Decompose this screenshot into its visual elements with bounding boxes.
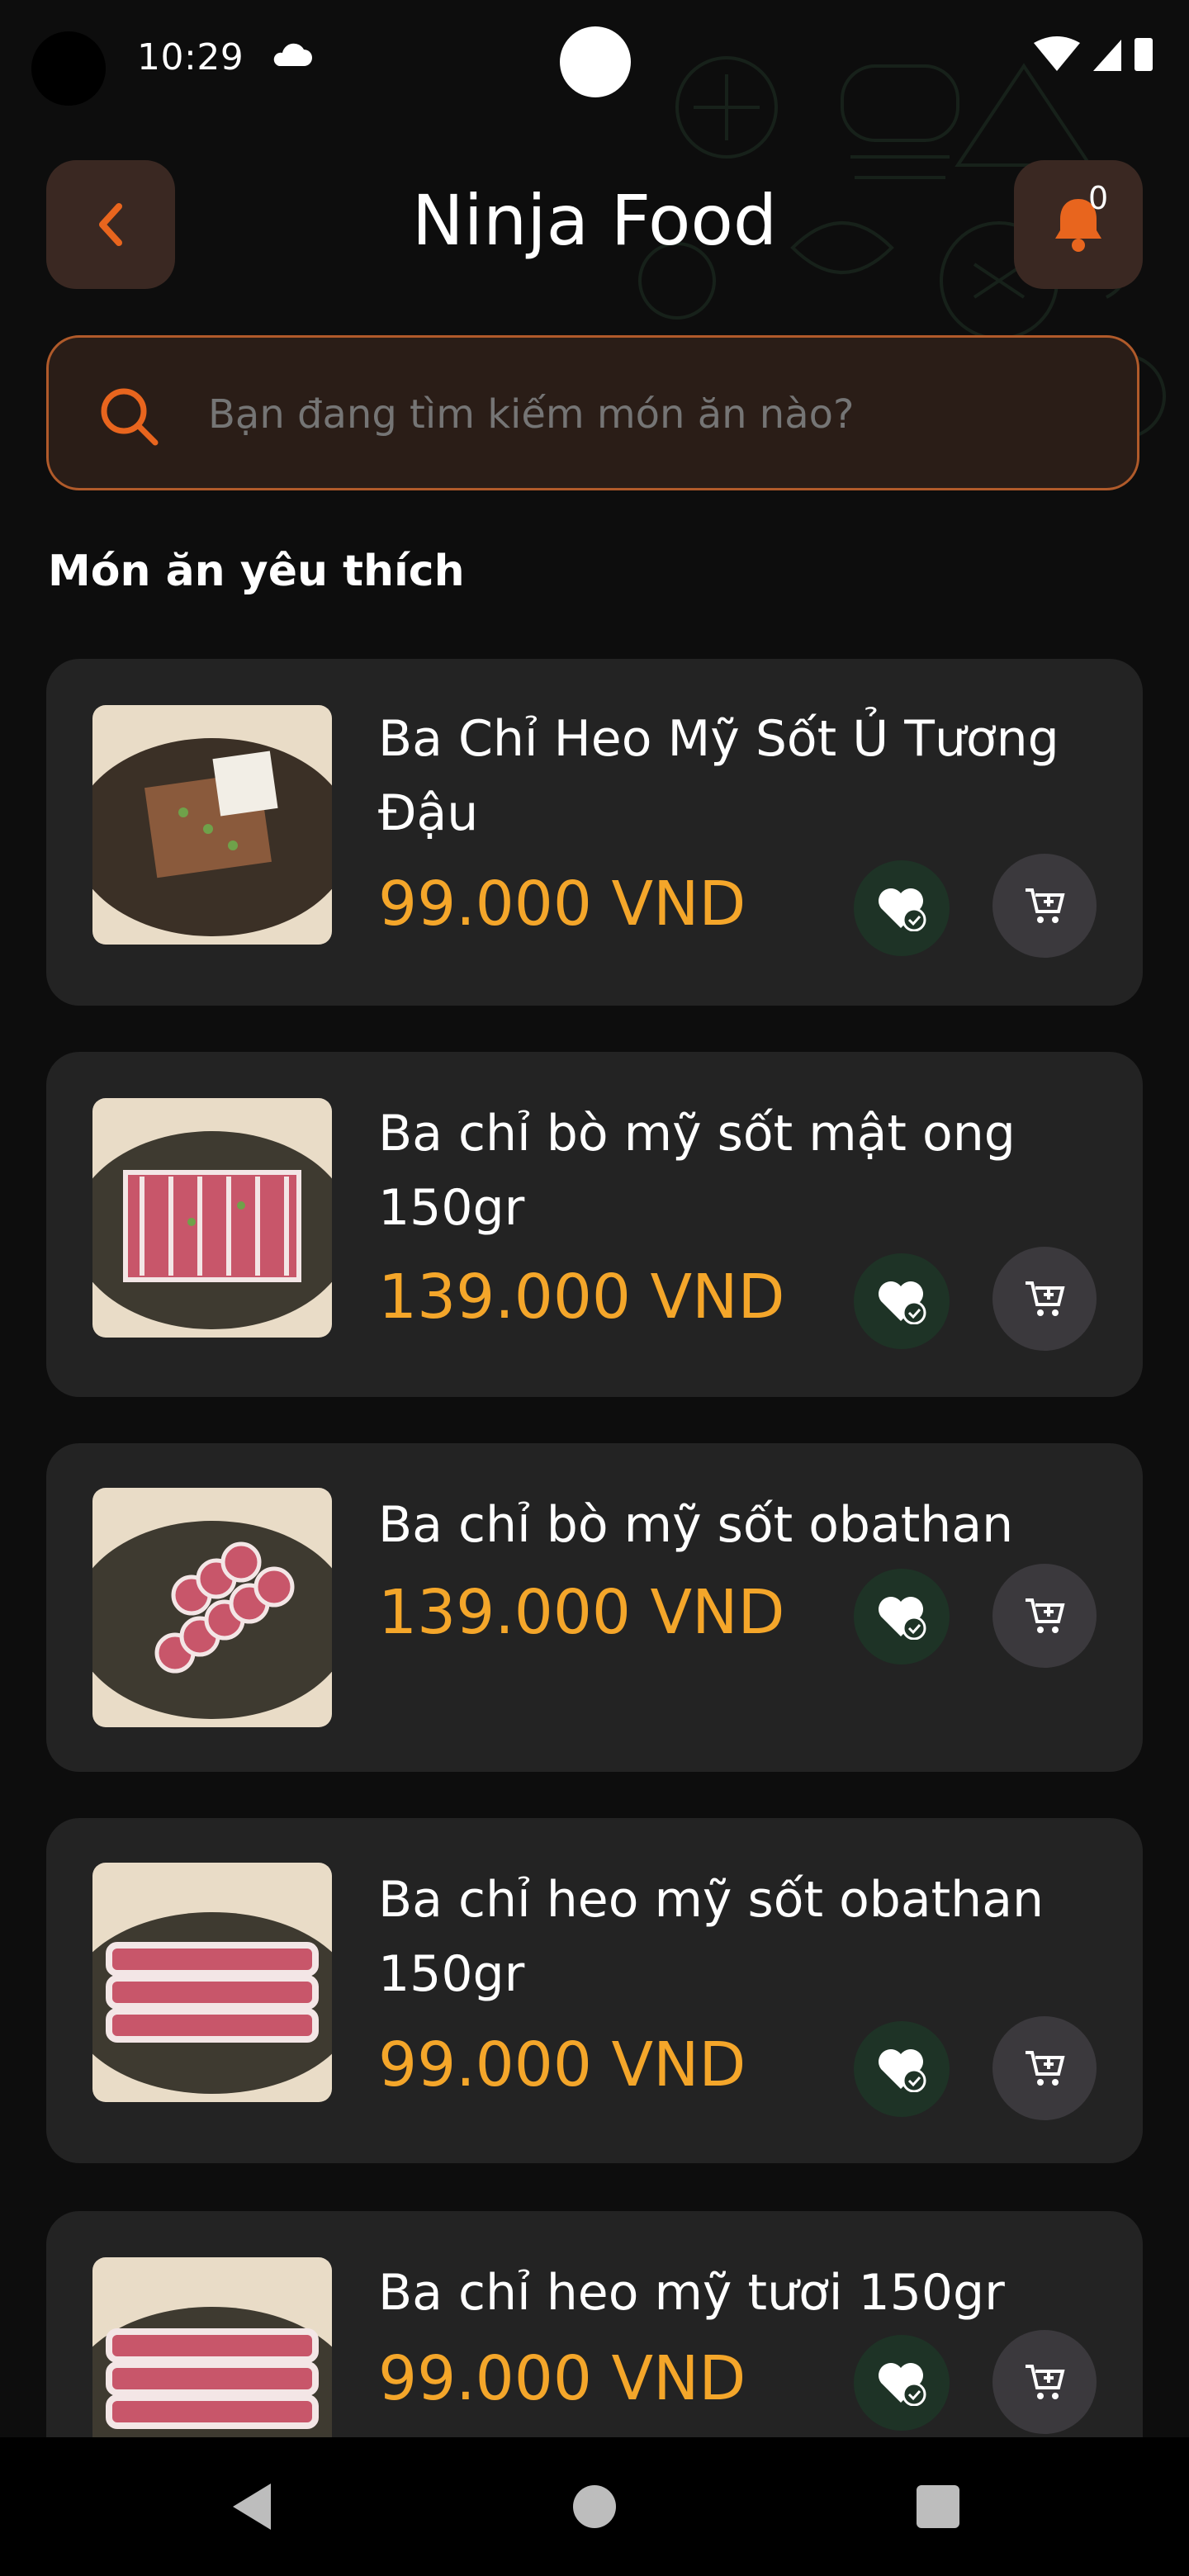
notification-button[interactable] (1014, 160, 1143, 289)
search-input[interactable] (208, 391, 1116, 438)
food-name: Ba chỉ heo mỹ sốt obathan 150gr (378, 1871, 1044, 2003)
food-name: Ba chỉ bò mỹ sốt mật ong 150gr (378, 1105, 1016, 1237)
notch-indicator (560, 26, 631, 97)
cart-add-icon (1026, 2365, 1065, 2399)
add-to-cart-button[interactable] (992, 1247, 1097, 1351)
food-price: 139.000 VND (378, 1577, 785, 1648)
food-image (92, 705, 332, 945)
front-camera (31, 31, 106, 106)
notification-count: 0 (1088, 180, 1109, 216)
food-card[interactable]: Ba chỉ heo mỹ sốt obathan 150gr 99.000 V… (46, 1818, 1143, 2163)
battery-icon (1135, 38, 1153, 71)
wifi-icon (1034, 36, 1080, 71)
cart-add-icon (1026, 1281, 1065, 1316)
search-icon (101, 388, 159, 446)
cart-add-icon (1026, 888, 1065, 923)
cloud-icon (273, 43, 312, 66)
section-title: Món ăn yêu thích (48, 547, 465, 596)
add-to-cart-button[interactable] (992, 2016, 1097, 2120)
favorite-button[interactable] (854, 1253, 950, 1349)
food-image (92, 1863, 332, 2102)
cart-add-icon (1026, 1598, 1065, 1633)
food-price: 99.000 VND (378, 869, 746, 940)
heart-check-icon (879, 888, 926, 931)
heart-check-icon (879, 1597, 926, 1640)
favorite-button[interactable] (854, 1569, 950, 1664)
food-image (92, 1488, 332, 1727)
favorite-button[interactable] (854, 860, 950, 956)
page-title: Ninja Food (411, 180, 778, 261)
add-to-cart-button[interactable] (992, 2330, 1097, 2434)
signal-icon (1093, 40, 1121, 71)
add-to-cart-button[interactable] (992, 854, 1097, 958)
food-card[interactable]: Ba chỉ heo mỹ tươi 150gr 99.000 VND (46, 2211, 1143, 2437)
food-price: 139.000 VND (378, 1262, 785, 1333)
nav-back-icon[interactable] (228, 2480, 274, 2533)
nav-recents-icon[interactable] (917, 2485, 959, 2528)
favorite-button[interactable] (854, 2021, 950, 2117)
status-time: 10:29 (137, 36, 244, 78)
heart-check-icon (879, 2049, 926, 2092)
food-name: Ba chỉ bò mỹ sốt obathan (378, 1496, 1014, 1554)
heart-check-icon (879, 1281, 926, 1324)
food-card[interactable]: Ba chỉ bò mỹ sốt obathan 139.000 VND (46, 1443, 1143, 1772)
food-image (92, 1098, 332, 1338)
nav-home-icon[interactable] (573, 2485, 616, 2528)
food-image (92, 2257, 332, 2437)
food-card[interactable]: Ba chỉ bò mỹ sốt mật ong 150gr 139.000 V… (46, 1052, 1143, 1397)
food-price: 99.000 VND (378, 2029, 746, 2100)
food-card[interactable]: Ba Chỉ Heo Mỹ Sốt Ủ Tương Đậu 99.000 VND (46, 659, 1143, 1006)
food-name: Ba Chỉ Heo Mỹ Sốt Ủ Tương Đậu (378, 710, 1059, 842)
food-price: 99.000 VND (378, 2343, 746, 2414)
favorite-button[interactable] (854, 2335, 950, 2431)
food-name: Ba chỉ heo mỹ tươi 150gr (378, 2264, 1005, 2322)
add-to-cart-button[interactable] (992, 1564, 1097, 1668)
status-icons (1034, 36, 1153, 71)
cart-add-icon (1026, 2051, 1065, 2086)
heart-check-icon (879, 2363, 926, 2406)
